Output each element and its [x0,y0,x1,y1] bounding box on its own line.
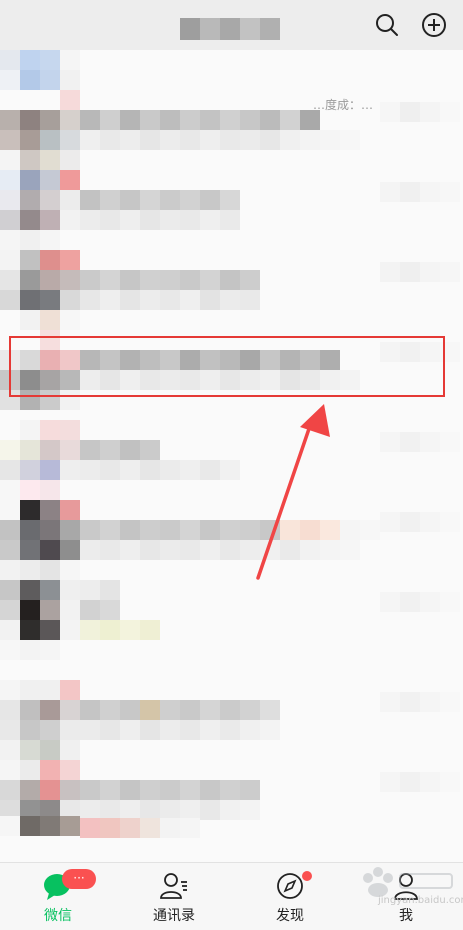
plus-circle-icon[interactable] [421,12,447,38]
avatar [0,420,80,500]
blurred-message [80,460,240,480]
compass-icon [277,873,303,899]
blurred-name [80,760,100,780]
search-icon[interactable] [374,12,400,38]
blurred-name [80,700,280,720]
avatar [0,90,80,170]
blurred-time [380,772,460,792]
tab-label: 微信 [44,908,72,924]
chat-row[interactable] [0,90,463,170]
blurred-time [380,432,460,452]
avatar [0,680,80,760]
blurred-time [380,102,460,122]
avatar [0,250,80,330]
unread-badge: ··· [62,869,96,889]
baidu-watermark-logo [363,867,453,897]
chat-row[interactable] [0,170,463,250]
avatar [0,816,80,862]
blurred-message [80,818,200,838]
blurred-name [80,270,260,290]
chat-row[interactable] [0,420,463,500]
blurred-time [380,262,460,282]
tab-label: 发现 [276,908,304,924]
contacts-icon [160,873,187,899]
blurred-message [80,290,260,310]
chat-row[interactable] [0,580,463,660]
blurred-name [80,580,120,600]
blurred-message [80,210,240,230]
blurred-name [80,520,380,540]
header-title-blurred [180,18,280,40]
blurred-message [80,620,160,640]
blurred-name [80,440,160,460]
blurred-name [80,190,240,210]
chat-row[interactable] [0,500,463,580]
tab-contacts[interactable]: 通讯录 [116,863,232,930]
avatar [0,580,80,660]
blurred-message [80,540,360,560]
notification-dot [302,871,312,881]
blurred-time [380,512,460,532]
tab-chats[interactable]: ··· 微信 [0,863,116,930]
watermark-text: jingyan.baidu.com [378,895,463,906]
chat-row[interactable] [0,816,463,862]
tab-discover[interactable]: 发现 [232,863,348,930]
blurred-time [380,692,460,712]
blurred-name [80,500,300,520]
highlight-box [9,336,445,397]
chat-row[interactable] [0,250,463,330]
blurred-time [380,182,460,202]
blurred-time [380,592,460,612]
chat-row[interactable] [0,680,463,760]
blurred-name [80,780,260,800]
blurred-message [80,720,280,740]
blurred-name [80,110,320,130]
chat-list: …度成：… [0,50,463,862]
avatar [0,500,80,580]
blurred-name [80,600,120,620]
tab-label: 通讯录 [153,908,195,924]
blurred-message [80,130,360,150]
top-header [0,0,463,50]
blurred-name [80,680,100,700]
avatar [0,170,80,250]
